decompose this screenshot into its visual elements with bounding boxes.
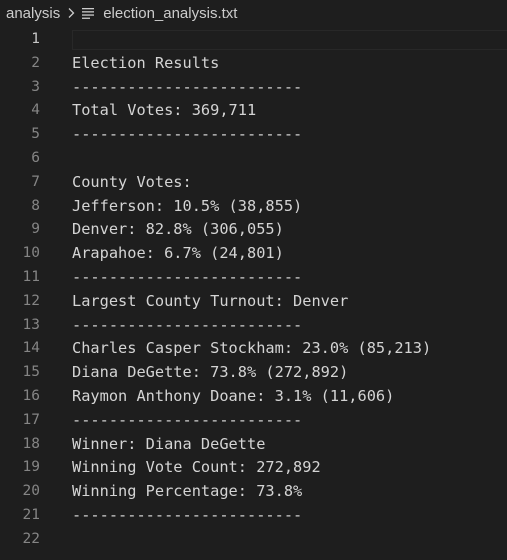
editor[interactable]: 1 2 Election Results 3 -----------------… xyxy=(0,26,507,560)
editor-line[interactable]: 18 Winner: Diana DeGette xyxy=(0,433,507,457)
line-text[interactable]: Total Votes: 369,711 xyxy=(72,99,256,123)
line-number: 9 xyxy=(31,221,40,238)
current-line-highlight xyxy=(72,30,507,50)
editor-line[interactable]: 6 xyxy=(0,147,507,171)
editor-line[interactable]: 1 xyxy=(0,28,507,52)
line-text[interactable]: Diana DeGette: 73.8% (272,892) xyxy=(72,361,348,385)
editor-line[interactable]: 5 ------------------------- xyxy=(0,123,507,147)
line-text[interactable]: ------------------------- xyxy=(72,409,302,433)
line-number: 3 xyxy=(31,78,40,95)
editor-line[interactable]: 10 Arapahoe: 6.7% (24,801) xyxy=(0,242,507,266)
editor-line[interactable]: 4 Total Votes: 369,711 xyxy=(0,99,507,123)
editor-line[interactable]: 8 Jefferson: 10.5% (38,855) xyxy=(0,195,507,219)
editor-line[interactable]: 19 Winning Vote Count: 272,892 xyxy=(0,456,507,480)
line-number: 19 xyxy=(22,459,40,476)
line-number: 2 xyxy=(31,54,40,71)
line-number: 22 xyxy=(22,530,40,547)
line-text[interactable]: Largest County Turnout: Denver xyxy=(72,290,348,314)
line-text[interactable]: Charles Casper Stockham: 23.0% (85,213) xyxy=(72,337,431,361)
line-number: 14 xyxy=(22,340,40,357)
editor-line[interactable]: 14 Charles Casper Stockham: 23.0% (85,21… xyxy=(0,337,507,361)
line-number: 4 xyxy=(31,102,40,119)
editor-line[interactable]: 16 Raymon Anthony Doane: 3.1% (11,606) xyxy=(0,385,507,409)
editor-line[interactable]: 20 Winning Percentage: 73.8% xyxy=(0,480,507,504)
editor-line[interactable]: 21 ------------------------- xyxy=(0,504,507,528)
line-text[interactable]: ------------------------- xyxy=(72,314,302,338)
line-number: 5 xyxy=(31,126,40,143)
line-text[interactable]: County Votes: xyxy=(72,171,192,195)
line-number: 8 xyxy=(31,197,40,214)
chevron-right-icon xyxy=(66,7,76,19)
editor-line[interactable]: 22 xyxy=(0,528,507,552)
line-number: 21 xyxy=(22,507,40,523)
editor-line[interactable]: 7 County Votes: xyxy=(0,171,507,195)
editor-line[interactable]: 9 Denver: 82.8% (306,055) xyxy=(0,218,507,242)
line-number: 17 xyxy=(22,411,40,428)
breadcrumb-file[interactable]: election_analysis.txt xyxy=(103,5,237,22)
line-text[interactable]: Election Results xyxy=(72,52,219,76)
line-text[interactable]: Winner: Diana DeGette xyxy=(72,433,265,457)
editor-line[interactable]: 12 Largest County Turnout: Denver xyxy=(0,290,507,314)
line-number: 1 xyxy=(31,31,40,47)
line-number: 20 xyxy=(22,483,40,500)
breadcrumb: analysis election_analysis.txt xyxy=(0,0,507,26)
line-text[interactable]: ------------------------- xyxy=(72,266,302,290)
line-number: 11 xyxy=(22,269,40,285)
editor-line[interactable]: 15 Diana DeGette: 73.8% (272,892) xyxy=(0,361,507,385)
line-text[interactable]: Winning Vote Count: 272,892 xyxy=(72,456,321,480)
line-number: 15 xyxy=(22,364,40,381)
line-text[interactable]: ------------------------- xyxy=(72,123,302,147)
editor-line[interactable]: 11 ------------------------- xyxy=(0,266,507,290)
line-number: 10 xyxy=(22,245,40,262)
breadcrumb-folder[interactable]: analysis xyxy=(6,5,60,22)
line-number: 13 xyxy=(22,316,40,333)
editor-line[interactable]: 13 ------------------------- xyxy=(0,314,507,338)
line-text[interactable]: ------------------------- xyxy=(72,76,302,100)
line-number: 7 xyxy=(31,173,40,190)
line-number: 6 xyxy=(31,150,40,166)
line-number: 16 xyxy=(22,388,40,404)
editor-line[interactable]: 3 ------------------------- xyxy=(0,76,507,100)
line-text[interactable]: ------------------------- xyxy=(72,504,302,528)
text-file-icon xyxy=(81,6,95,20)
line-text[interactable]: Denver: 82.8% (306,055) xyxy=(72,218,284,242)
line-number: 18 xyxy=(22,435,40,452)
editor-line[interactable]: 17 ------------------------- xyxy=(0,409,507,433)
line-number: 12 xyxy=(22,292,40,309)
line-text[interactable]: Raymon Anthony Doane: 3.1% (11,606) xyxy=(72,385,394,409)
line-text[interactable]: Jefferson: 10.5% (38,855) xyxy=(72,195,302,219)
line-text[interactable]: Arapahoe: 6.7% (24,801) xyxy=(72,242,284,266)
editor-line[interactable]: 2 Election Results xyxy=(0,52,507,76)
line-text[interactable]: Winning Percentage: 73.8% xyxy=(72,480,302,504)
